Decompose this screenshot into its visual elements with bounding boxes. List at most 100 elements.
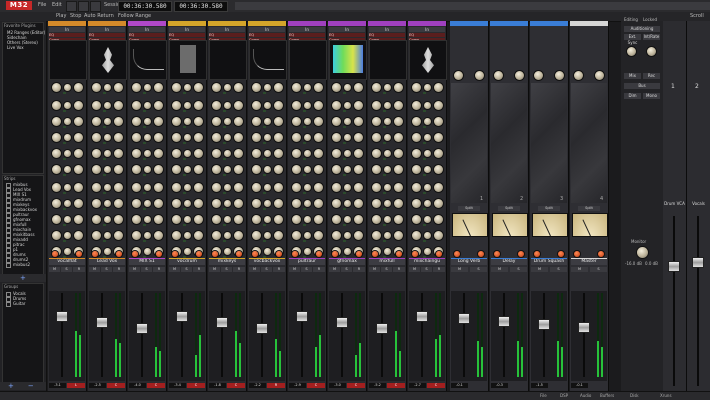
channel-name[interactable]: vocdrum <box>169 258 205 265</box>
plugin-slot[interactable]: EQ <box>89 33 125 37</box>
bus-send-knob[interactable] <box>598 251 604 257</box>
bus-trim-knob[interactable] <box>534 71 543 80</box>
rotary-knob[interactable] <box>264 84 271 91</box>
rotary-knob[interactable] <box>424 150 431 157</box>
rotary-knob[interactable] <box>292 149 301 158</box>
rotary-knob[interactable] <box>212 133 221 142</box>
rotary-knob[interactable] <box>154 183 163 192</box>
rotary-knob[interactable] <box>384 84 391 91</box>
rotary-knob[interactable] <box>114 215 123 224</box>
fader-track[interactable] <box>101 293 103 377</box>
rotary-knob[interactable] <box>224 150 231 157</box>
rotary-knob[interactable] <box>144 84 151 91</box>
rotary-knob[interactable] <box>194 117 203 126</box>
rotary-knob[interactable] <box>424 118 431 125</box>
bus-name[interactable]: Master <box>571 258 607 265</box>
rotary-knob[interactable] <box>412 133 421 142</box>
rotary-knob[interactable] <box>52 101 61 110</box>
rotary-knob[interactable] <box>64 166 71 173</box>
vca-fader-cap[interactable] <box>668 261 680 272</box>
rotary-knob[interactable] <box>144 134 151 141</box>
rotary-knob[interactable] <box>332 133 341 142</box>
rotary-knob[interactable] <box>344 84 351 91</box>
rotary-knob[interactable] <box>424 134 431 141</box>
rotary-knob[interactable] <box>314 117 323 126</box>
rotary-knob[interactable] <box>64 134 71 141</box>
record-arm-button[interactable]: R <box>153 267 165 272</box>
rotary-knob[interactable] <box>132 101 141 110</box>
rotary-knob[interactable] <box>104 118 111 125</box>
tree-item[interactable]: Live Vox <box>7 45 24 50</box>
rotary-knob[interactable] <box>144 184 151 191</box>
rotary-knob[interactable] <box>344 134 351 141</box>
rotary-knob[interactable] <box>154 149 163 158</box>
rotary-knob[interactable] <box>184 248 191 255</box>
fader-track[interactable] <box>261 293 263 377</box>
fader-track[interactable] <box>421 293 423 377</box>
record-arm-button[interactable]: R <box>393 267 405 272</box>
send-knob-red[interactable] <box>412 251 418 257</box>
rotary-knob[interactable] <box>114 231 123 240</box>
rotary-knob[interactable] <box>144 200 151 207</box>
add-group-icon[interactable]: + <box>8 382 14 390</box>
rotary-knob[interactable] <box>64 84 71 91</box>
rotary-knob[interactable] <box>394 215 403 224</box>
solo-button[interactable]: S <box>181 267 192 272</box>
solo-button[interactable]: S <box>301 267 312 272</box>
input-button[interactable]: In <box>409 27 445 32</box>
mute-button[interactable]: M <box>451 267 468 272</box>
rotary-knob[interactable] <box>372 83 381 92</box>
rotary-knob[interactable] <box>252 83 261 92</box>
rotary-knob[interactable] <box>144 216 151 223</box>
rotary-knob[interactable] <box>212 117 221 126</box>
record-arm-button[interactable]: R <box>433 267 445 272</box>
rotary-knob[interactable] <box>384 150 391 157</box>
rotary-knob[interactable] <box>184 232 191 239</box>
rotary-knob[interactable] <box>172 149 181 158</box>
rotary-knob[interactable] <box>434 101 443 110</box>
mix-button[interactable]: Mix <box>624 73 641 79</box>
rotary-knob[interactable] <box>274 101 283 110</box>
dim-knob[interactable] <box>647 47 656 56</box>
rotary-knob[interactable] <box>424 248 431 255</box>
rotary-knob[interactable] <box>224 184 231 191</box>
rotary-knob[interactable] <box>234 83 243 92</box>
rotary-knob[interactable] <box>252 215 261 224</box>
rotary-knob[interactable] <box>212 199 221 208</box>
rotary-knob[interactable] <box>292 133 301 142</box>
plugin-slot[interactable]: EQ <box>249 33 285 37</box>
rotary-knob[interactable] <box>224 200 231 207</box>
rotary-knob[interactable] <box>252 101 261 110</box>
rotary-knob[interactable] <box>424 216 431 223</box>
strip-list-item[interactable]: mixbus2 <box>6 262 30 268</box>
bus-send-knob[interactable] <box>558 251 564 257</box>
rotary-knob[interactable] <box>344 184 351 191</box>
rotary-knob[interactable] <box>92 133 101 142</box>
rotary-knob[interactable] <box>332 199 341 208</box>
rotary-knob[interactable] <box>412 215 421 224</box>
rotary-knob[interactable] <box>354 149 363 158</box>
bus-width-knob[interactable] <box>515 71 524 80</box>
rotary-knob[interactable] <box>144 102 151 109</box>
rotary-knob[interactable] <box>332 149 341 158</box>
rotary-knob[interactable] <box>434 83 443 92</box>
rotary-knob[interactable] <box>114 101 123 110</box>
rotary-knob[interactable] <box>292 101 301 110</box>
scroll-label[interactable]: Scroll <box>690 13 704 19</box>
fader-cap[interactable] <box>376 323 388 334</box>
rotary-knob[interactable] <box>194 83 203 92</box>
remove-group-icon[interactable]: − <box>28 382 34 390</box>
rotary-knob[interactable] <box>372 199 381 208</box>
rotary-knob[interactable] <box>154 133 163 142</box>
record-arm-button[interactable]: R <box>313 267 325 272</box>
rotary-knob[interactable] <box>394 231 403 240</box>
mute-button[interactable]: M <box>571 267 588 272</box>
rotary-knob[interactable] <box>104 200 111 207</box>
channel-name[interactable]: pultraur <box>289 258 325 265</box>
rotary-knob[interactable] <box>314 83 323 92</box>
rotary-knob[interactable] <box>184 150 191 157</box>
fader-track[interactable] <box>221 293 223 377</box>
rotary-knob[interactable] <box>92 101 101 110</box>
mute-button[interactable]: M <box>531 267 548 272</box>
fader-cap[interactable] <box>578 322 590 333</box>
